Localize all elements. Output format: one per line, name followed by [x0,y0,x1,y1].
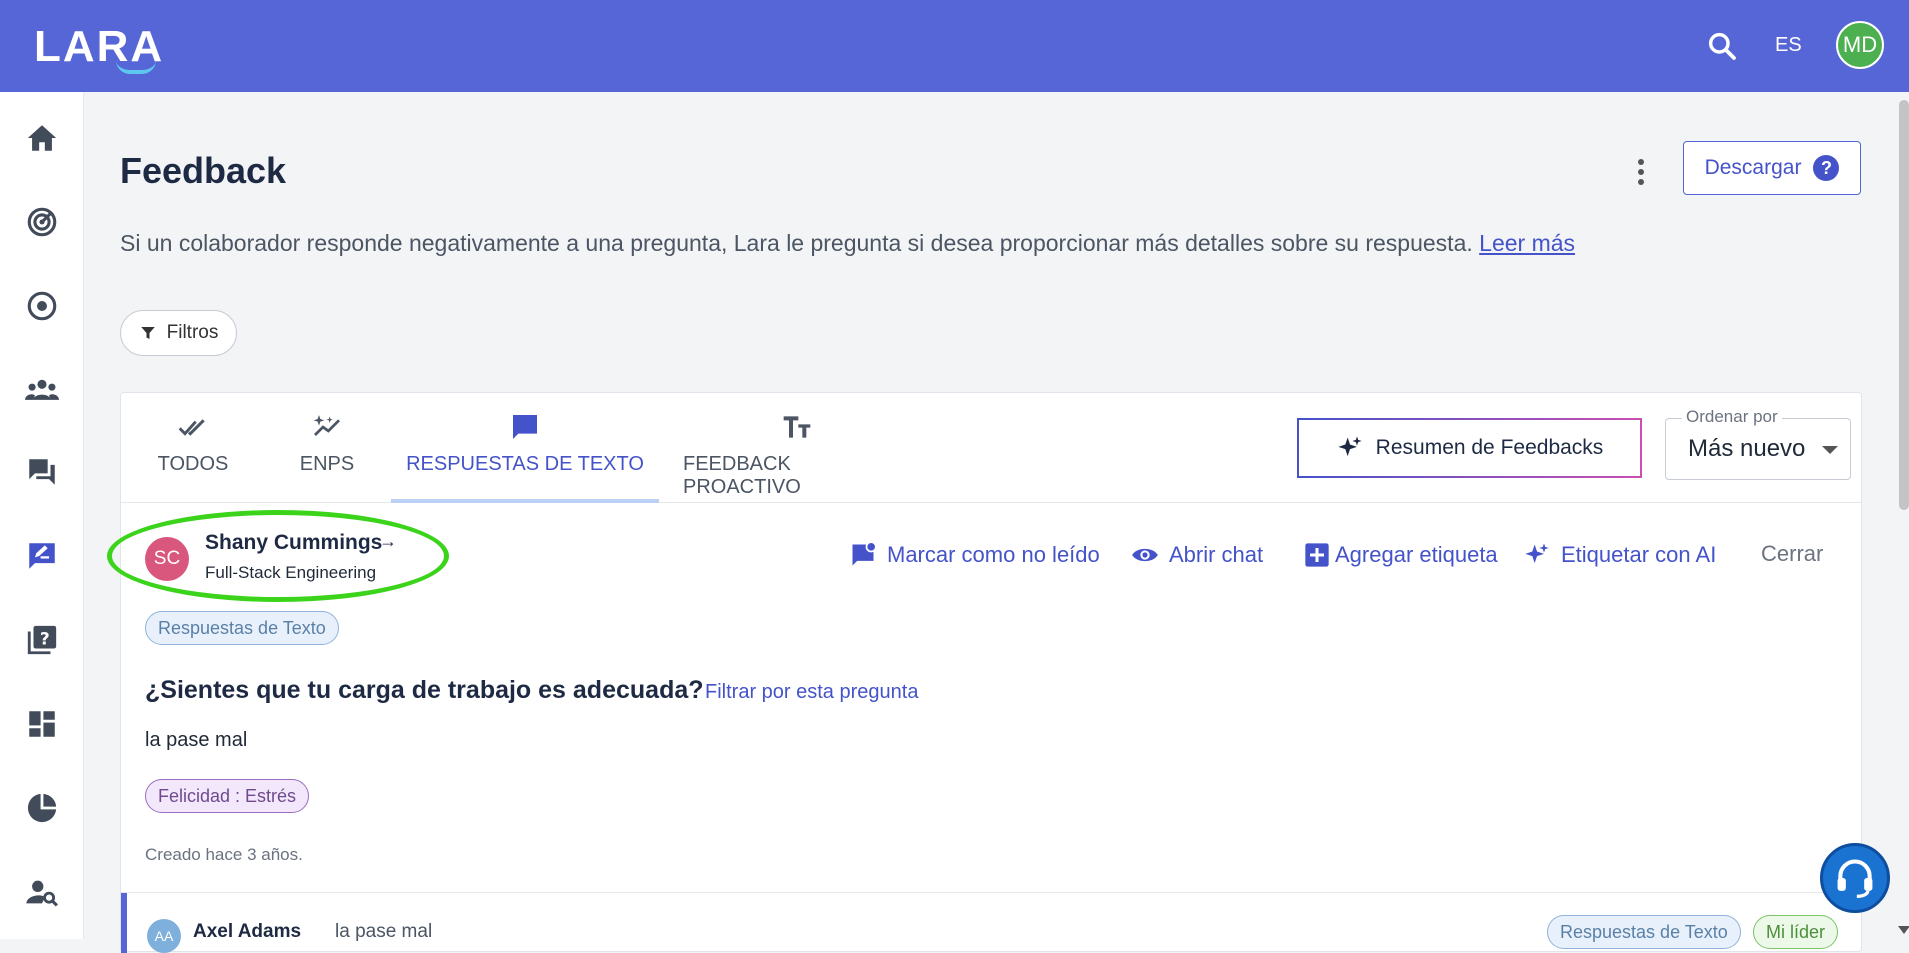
unread-message-icon [852,541,877,566]
user-search-icon[interactable] [24,874,60,910]
type-chip: Respuestas de Texto [145,611,339,645]
filters-label: Filtros [166,322,219,343]
employee-team: Full-Stack Engineering [205,563,377,582]
feedback-icon[interactable] [24,538,60,574]
sidebar: ? [0,92,84,939]
tab-label: TODOS [157,453,229,475]
tab-todos[interactable]: TODOS [153,411,233,503]
top-bar: LARA ES MD [0,0,1909,92]
close-label: Cerrar [1761,541,1824,566]
mark-unread-button[interactable]: Marcar como no leído [849,541,1100,569]
filters-button[interactable]: Filtros [120,310,237,356]
order-label: Ordenar por [1682,407,1782,427]
text-size-icon [783,416,811,438]
headset-icon [1837,859,1873,898]
summary-label: Resumen de Feedbacks [1375,436,1604,459]
search-icon[interactable] [1706,30,1738,62]
open-chat-button[interactable]: Abrir chat [1131,541,1263,569]
question-book-icon[interactable]: ? [24,622,60,658]
order-select[interactable]: Ordenar por Más nuevo [1665,407,1851,480]
tab-label: FEEDBACK PROACTIVO [683,453,801,498]
caret-down-icon [1822,446,1838,454]
feedback-card: TODOS ENPS RESPUESTAS DE TEXTO FEEDBACK … [107,392,1862,953]
team-icon[interactable] [24,372,60,408]
message-icon [513,415,537,439]
radar-icon[interactable] [24,204,60,240]
role-chip: Mi líder [1753,915,1839,949]
read-more-link[interactable]: Leer más [1479,230,1575,256]
tab-label: RESPUESTAS DE TEXTO [406,453,644,475]
tag-ai-label: Etiquetar con AI [1561,542,1717,567]
feedback-item: SC Shany Cummings → Full-Stack Engineeri… [107,503,1861,893]
sparkle-chart-icon [313,415,340,436]
lara-logo[interactable]: LARA [34,22,164,74]
employee-name[interactable]: Shany Cummings [205,531,382,555]
double-check-icon [178,419,205,436]
created-timestamp: Creado hace 3 años. [145,845,303,864]
help-icon[interactable]: ? [1813,155,1840,181]
language-selector[interactable]: ES [1775,34,1802,57]
filter-icon [140,327,155,339]
scroll-down-icon[interactable] [1898,926,1909,934]
tabs-bar: TODOS ENPS RESPUESTAS DE TEXTO FEEDBACK … [121,393,1861,503]
employee-name: Axel Adams [193,921,302,942]
tab-feedback-proactivo[interactable]: FEEDBACK PROACTIVO [683,411,911,503]
filter-by-question-link[interactable]: Filtrar por esta pregunta [705,681,918,704]
description-text: Si un colaborador responde negativamente… [120,230,1473,256]
pie-chart-icon[interactable] [24,790,60,826]
scrollbar[interactable] [1899,100,1909,510]
dashboard-icon[interactable] [24,706,60,742]
open-chat-label: Abrir chat [1169,542,1264,567]
arrow-right-icon[interactable]: → [379,531,397,552]
download-button[interactable]: Descargar ? [1683,141,1861,195]
more-options-icon[interactable] [1632,156,1650,188]
home-icon[interactable] [24,120,60,156]
avatar[interactable]: SC [145,537,189,581]
add-tag-button[interactable]: Agregar etiqueta [1303,541,1498,569]
user-avatar[interactable]: MD [1836,21,1884,69]
mark-unread-label: Marcar como no leído [887,542,1100,567]
order-value: Más nuevo [1688,435,1806,462]
close-button[interactable]: Cerrar [1761,541,1823,567]
feedback-summary-button[interactable]: Resumen de Feedbacks [1297,418,1642,478]
page-description: Si un colaborador responde negativamente… [120,230,1575,257]
download-label: Descargar [1704,156,1802,179]
answer-snippet: la pase mal [335,921,433,942]
tab-respuestas-texto[interactable]: RESPUESTAS DE TEXTO [391,411,659,503]
add-tag-label: Agregar etiqueta [1335,542,1498,567]
tab-label: ENPS [299,453,355,475]
page-title: Feedback [120,150,287,191]
chat-icon[interactable] [24,454,60,490]
ai-sparkle-icon [1525,543,1549,564]
plus-box-icon [1305,543,1329,567]
tag-with-ai-button[interactable]: Etiquetar con AI [1523,541,1716,569]
tag-chip[interactable]: Felicidad : Estrés [145,779,310,813]
type-chip: Respuestas de Texto [1547,915,1741,949]
question-text: ¿Sientes que tu carga de trabajo es adec… [145,676,704,704]
ai-sparkle-icon [1338,436,1362,457]
svg-text:?: ? [40,629,50,649]
tab-enps[interactable]: ENPS [291,411,363,503]
eye-icon [1132,548,1158,562]
answer-text: la pase mal [145,729,248,751]
feedback-item[interactable]: AA Axel Adams la pase mal Respuestas de … [121,893,1861,953]
avatar: AA [147,919,181,953]
target-icon[interactable] [24,288,60,324]
support-chat-button[interactable] [1820,843,1890,913]
